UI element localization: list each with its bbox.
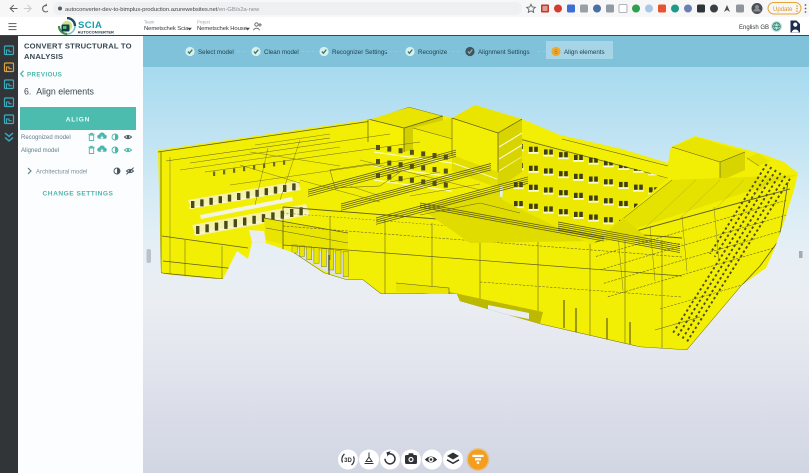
svg-text:CONVERT STRUCTURAL TO: CONVERT STRUCTURAL TO: [24, 42, 132, 51]
svg-text:Select model: Select model: [198, 49, 234, 56]
svg-text:Alignment Settings: Alignment Settings: [478, 49, 530, 56]
svg-text:PREVIOUS: PREVIOUS: [27, 71, 62, 78]
svg-text:Architectural model: Architectural model: [36, 170, 87, 176]
svg-text:Team: Team: [144, 20, 155, 25]
svg-text:English GB: English GB: [739, 25, 769, 31]
svg-text:Nemetschek House: Nemetschek House: [197, 26, 248, 32]
svg-text:3D: 3D: [344, 458, 352, 464]
svg-text:Nemetschek Scia: Nemetschek Scia: [144, 26, 189, 32]
svg-text:Aligned model: Aligned model: [21, 148, 59, 154]
svg-text:CHANGE SETTINGS: CHANGE SETTINGS: [43, 191, 114, 198]
svg-text:Update: Update: [773, 7, 793, 13]
svg-text:6: 6: [554, 49, 558, 56]
svg-text:Clean model: Clean model: [264, 49, 299, 56]
svg-text:Recognized model: Recognized model: [21, 135, 71, 141]
svg-text:Recognizer Settings: Recognizer Settings: [332, 49, 387, 56]
svg-text:Project: Project: [197, 20, 211, 25]
svg-text:autoconverter-dev-to-bimplus-p: autoconverter-dev-to-bimplus-production.…: [65, 7, 260, 13]
svg-text:ANALYSIS: ANALYSIS: [24, 52, 63, 61]
svg-text:ALIGN: ALIGN: [66, 117, 91, 124]
svg-text:6. Align elements: 6. Align elements: [24, 87, 95, 97]
svg-text:Recognize: Recognize: [418, 49, 448, 56]
svg-text:AUTOCONVERTER: AUTOCONVERTER: [78, 29, 114, 34]
svg-text:Align elements: Align elements: [564, 49, 605, 56]
